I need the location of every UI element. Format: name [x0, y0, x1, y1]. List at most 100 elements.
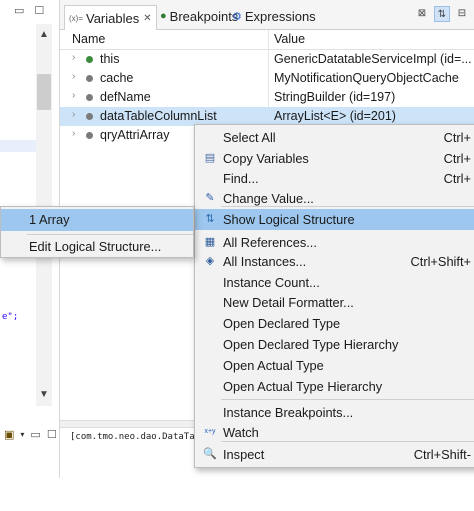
menu-item-shortcut: Ctrl+	[443, 151, 471, 166]
field-icon	[86, 94, 93, 101]
copy-icon: ▤	[204, 152, 216, 164]
column-name-header[interactable]: Name	[72, 32, 105, 46]
menu-item-label: Instance Breakpoints...	[223, 405, 354, 420]
variable-name: dataTableColumnList	[100, 109, 217, 123]
field-icon	[86, 132, 93, 139]
tab-label: Breakpoints	[169, 8, 239, 24]
variable-value: MyNotificationQueryObjectCache	[274, 71, 459, 85]
menu-item-instance-breakpoints[interactable]: Instance Breakpoints...	[195, 402, 474, 423]
menu-item-shortcut: Ctrl+	[443, 171, 471, 186]
references-icon: ▦	[204, 236, 216, 248]
variable-name: defName	[100, 90, 151, 104]
variable-name: qryAttriArray	[100, 128, 170, 142]
watch-icon: x+y	[204, 428, 216, 435]
tab-expressions[interactable]: ⚙ Expressions	[232, 5, 316, 27]
instances-icon: ◈	[205, 255, 215, 267]
menu-item-label: All Instances...	[223, 254, 307, 269]
editor-current-line	[0, 140, 36, 152]
tab-breakpoints[interactable]: ● Breakpoints	[160, 5, 238, 27]
menu-item-new-detail-formatter[interactable]: New Detail Formatter...	[195, 292, 474, 313]
menu-item-label: New Detail Formatter...	[223, 295, 354, 310]
menu-item-open-declared-type[interactable]: Open Declared Type	[195, 313, 474, 334]
menu-item-label: Open Actual Type	[223, 358, 324, 373]
tab-variables[interactable]: (x)= Variables ✕	[64, 5, 157, 30]
logical-structure-submenu: 1 Array Edit Logical Structure...	[0, 206, 194, 258]
variables-icon: (x)=	[69, 13, 83, 23]
menu-item-copy-variables[interactable]: ▤ Copy Variables Ctrl+	[195, 148, 474, 169]
menu-item-shortcut: Ctrl+	[443, 130, 471, 145]
chevron-up-icon[interactable]: ▲	[36, 28, 52, 42]
menu-item-label: Open Declared Type Hierarchy	[223, 337, 399, 352]
tab-label: Expressions	[244, 8, 316, 24]
field-icon	[86, 56, 93, 63]
menu-item-label: Select All	[223, 130, 276, 145]
inspect-icon: 🔍	[203, 448, 217, 460]
minimize-icon[interactable]: ▭	[14, 4, 24, 17]
minimize-icon[interactable]: ▭	[30, 428, 40, 441]
menu-item-label: Instance Count...	[223, 275, 320, 290]
menu-item-label: Edit Logical Structure...	[29, 239, 162, 254]
menu-item-change-value[interactable]: ✎ Change Value...	[195, 188, 474, 209]
submenu-item-edit-logical-structure[interactable]: Edit Logical Structure...	[1, 236, 193, 258]
menu-item-open-actual-type[interactable]: Open Actual Type	[195, 355, 474, 376]
menu-item-label: Copy Variables	[223, 151, 309, 166]
variable-row[interactable]: › this GenericDatatableServiceImpl (id=...	[60, 50, 474, 69]
menu-item-label: Find...	[223, 171, 259, 186]
menu-item-label: 1 Array	[29, 212, 70, 227]
menu-item-label: Show Logical Structure	[223, 212, 355, 227]
show-type-names-icon[interactable]: ⊠	[414, 6, 430, 22]
menu-item-select-all[interactable]: Select All Ctrl+	[195, 127, 474, 148]
maximize-icon[interactable]: ☐	[47, 428, 57, 441]
menu-item-show-logical-structure[interactable]: ⇅ Show Logical Structure	[195, 209, 474, 230]
menu-item-label: All References...	[223, 235, 317, 250]
menu-item-inspect[interactable]: 🔍 Inspect Ctrl+Shift-	[195, 444, 474, 465]
editor-bottom-toolbar: ▣ ▾ ▭ ☐	[0, 425, 60, 443]
submenu-item-1-array[interactable]: 1 Array	[1, 209, 193, 231]
field-icon	[86, 113, 93, 120]
menu-separator	[27, 234, 193, 235]
column-value-header[interactable]: Value	[274, 32, 305, 46]
menu-item-shortcut: Ctrl+Shift+	[410, 254, 471, 269]
column-header: Name Value	[60, 30, 474, 50]
menu-item-label: Watch	[223, 425, 259, 440]
variable-row[interactable]: › cache MyNotificationQueryObjectCache	[60, 69, 474, 88]
field-icon	[86, 75, 93, 82]
menu-item-all-instances[interactable]: ◈ All Instances... Ctrl+Shift+	[195, 251, 474, 272]
menu-item-label: Open Actual Type Hierarchy	[223, 379, 383, 394]
console-icon[interactable]: ▣	[4, 428, 14, 441]
breakpoints-icon: ●	[160, 10, 167, 22]
close-icon[interactable]: ✕	[143, 13, 151, 24]
dropdown-icon[interactable]: ▾	[20, 430, 24, 439]
expand-icon[interactable]: ›	[72, 90, 75, 101]
menu-item-all-references[interactable]: ▦ All References...	[195, 232, 474, 253]
editor-scroll-thumb[interactable]	[37, 74, 51, 110]
variable-name: cache	[100, 71, 134, 85]
menu-item-instance-count[interactable]: Instance Count...	[195, 272, 474, 293]
menu-item-shortcut: Ctrl+Shift-	[413, 447, 471, 462]
variable-value: GenericDatatableServiceImpl (id=...	[274, 52, 472, 66]
menu-item-open-declared-type-hierarchy[interactable]: Open Declared Type Hierarchy	[195, 334, 474, 355]
expand-icon[interactable]: ›	[72, 128, 75, 139]
menu-item-label: Open Declared Type	[223, 316, 341, 331]
view-toolbar: ⊠ ⇅ ⊟	[414, 6, 470, 22]
maximize-icon[interactable]: ☐	[34, 4, 44, 17]
view-tabbar: (x)= Variables ✕ ● Breakpoints ⚙ Express…	[60, 0, 474, 30]
chevron-down-icon[interactable]: ▼	[36, 388, 52, 402]
expand-icon[interactable]: ›	[72, 52, 75, 63]
variable-value: StringBuilder (id=197)	[274, 90, 396, 104]
variable-row[interactable]: › defName StringBuilder (id=197)	[60, 88, 474, 107]
collapse-all-icon[interactable]: ⊟	[454, 6, 470, 22]
show-logical-structure-icon[interactable]: ⇅	[434, 6, 450, 22]
expressions-icon: ⚙	[232, 10, 242, 23]
expand-icon[interactable]: ›	[72, 71, 75, 82]
menu-item-find[interactable]: Find... Ctrl+	[195, 168, 474, 189]
menu-item-open-actual-type-hierarchy[interactable]: Open Actual Type Hierarchy	[195, 376, 474, 397]
tab-label: Variables	[86, 10, 140, 26]
variable-name: this	[100, 52, 120, 66]
variable-value: ArrayList<E> (id=201)	[274, 109, 396, 123]
menu-separator	[221, 399, 474, 400]
editor-code-fragment: e";	[2, 312, 19, 322]
menu-item-watch[interactable]: x+y Watch	[195, 422, 474, 443]
detail-pane-text: [com.tmo.neo.dao.DataTable	[70, 432, 211, 442]
expand-icon[interactable]: ›	[72, 109, 75, 120]
